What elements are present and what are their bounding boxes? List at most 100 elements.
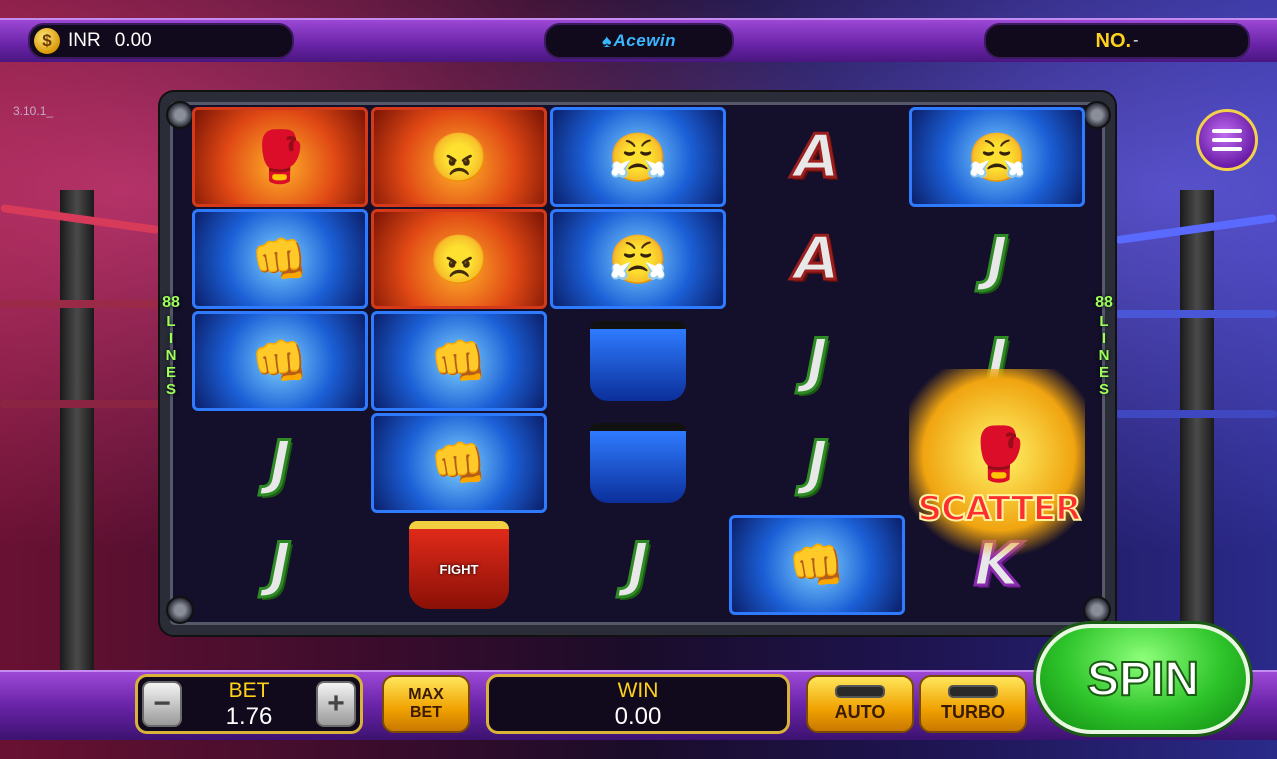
- symbol-j: J: [909, 209, 1085, 309]
- brand-logo: ♠ Acewin: [544, 23, 734, 59]
- fighter-face-icon: 😤: [608, 233, 668, 287]
- reel-column-3: 😤 😤 J: [550, 107, 726, 615]
- game-stage: $ INR 0.00 ♠ Acewin NO. - 3.10.1_ 88 LIN…: [0, 0, 1277, 759]
- ring-rope: [1115, 410, 1277, 418]
- paylines-count: 88: [1095, 294, 1113, 311]
- fighter-face-icon: 😠: [429, 233, 489, 287]
- shorts-icon: FIGHT: [409, 521, 509, 609]
- frame-bolt-icon: [1083, 596, 1111, 624]
- frame-bolt-icon: [166, 596, 194, 624]
- ring-rope: [0, 400, 160, 408]
- fighter-face-icon: 😠: [429, 131, 489, 185]
- ring-post-left: [60, 190, 94, 670]
- menu-button[interactable]: [1196, 109, 1258, 171]
- logo-text: Acewin: [613, 31, 677, 50]
- paylines-text: LINES: [162, 313, 180, 398]
- bet-control: − BET 1.76 +: [135, 674, 363, 734]
- ring-rope: [1115, 310, 1277, 318]
- round-number-value: -: [1133, 32, 1139, 49]
- top-bar: $ INR 0.00 ♠ Acewin NO. -: [0, 18, 1277, 62]
- symbol-j: J: [729, 413, 905, 513]
- symbol-j: J: [729, 311, 905, 411]
- win-label: WIN: [617, 679, 659, 702]
- ring-post-right: [1180, 190, 1214, 670]
- symbol-j: J: [192, 413, 368, 513]
- symbol-scatter: 🥊 SCATTER: [909, 369, 1085, 559]
- symbol-blue-fist: 👊: [371, 413, 547, 513]
- fighter-face-icon: 😤: [967, 131, 1027, 185]
- shorts-icon: [590, 321, 686, 401]
- symbol-letter: J: [267, 427, 292, 500]
- reel-column-4: A A J J 👊: [729, 107, 905, 615]
- frame-bolt-icon: [1083, 101, 1111, 129]
- auto-label: AUTO: [834, 702, 886, 722]
- win-display: WIN 0.00: [486, 674, 790, 734]
- coin-icon: $: [34, 28, 60, 54]
- symbol-letter: J: [984, 223, 1009, 296]
- shorts-icon: [590, 423, 686, 503]
- symbol-letter: A: [792, 121, 841, 194]
- scatter-label: SCATTER: [917, 488, 1083, 530]
- menu-line: [1212, 138, 1242, 142]
- bet-increase-button[interactable]: +: [316, 681, 356, 727]
- max-bet-button[interactable]: MAX BET: [382, 675, 470, 733]
- symbol-a: A: [729, 107, 905, 207]
- symbol-blue-shorts: [550, 311, 726, 411]
- symbol-blue-fist: 👊: [729, 515, 905, 615]
- max-bet-label-line2: BET: [410, 704, 442, 721]
- menu-line: [1212, 147, 1242, 151]
- shorts-text: FIGHT: [439, 561, 479, 577]
- paylines-text: LINES: [1095, 313, 1113, 398]
- reel-grid: 🥊 👊 👊 J J 😠 😠 👊 👊 FIGHT 😤 😤 J A A J J 👊 …: [192, 107, 1085, 615]
- toggle-indicator: [835, 685, 885, 698]
- toggle-indicator: [948, 685, 998, 698]
- version-label: 3.10.1_: [13, 104, 54, 118]
- symbol-blue-shorts: [550, 413, 726, 513]
- ring-rope: [0, 300, 160, 308]
- fighter-face-icon: 😤: [608, 131, 668, 185]
- currency-label: INR: [68, 30, 101, 51]
- symbol-a: A: [729, 209, 905, 309]
- fist-icon: 👊: [430, 334, 488, 387]
- fist-icon: 👊: [251, 334, 309, 387]
- symbol-blue-fighter: 😤: [550, 209, 726, 309]
- spin-label: SPIN: [1086, 652, 1200, 707]
- symbol-letter: J: [267, 529, 292, 602]
- paylines-indicator-left: 88 LINES: [160, 292, 182, 398]
- turbo-label: TURBO: [941, 702, 1005, 722]
- max-bet-label-line1: MAX: [408, 686, 444, 703]
- symbol-blue-fist: 👊: [192, 209, 368, 309]
- fist-icon: 👊: [430, 436, 488, 489]
- symbol-blue-fist: 👊: [192, 311, 368, 411]
- symbol-letter: J: [804, 427, 829, 500]
- frame-bolt-icon: [166, 101, 194, 129]
- fist-icon: 👊: [251, 232, 309, 285]
- symbol-letter: J: [804, 325, 829, 398]
- symbol-red-shorts: FIGHT: [371, 515, 547, 615]
- auto-spin-button[interactable]: AUTO: [806, 675, 914, 733]
- reel-column-2: 😠 😠 👊 👊 FIGHT: [371, 107, 547, 615]
- symbol-blue-fighter: 😤: [909, 107, 1085, 207]
- fighters-faceoff-icon: 🥊: [966, 426, 1032, 484]
- spade-icon: ♠: [601, 30, 612, 51]
- reel-column-1: 🥊 👊 👊 J J: [192, 107, 368, 615]
- turbo-button[interactable]: TURBO: [919, 675, 1027, 733]
- symbol-red-fighter: 😠: [371, 107, 547, 207]
- menu-line: [1212, 129, 1242, 133]
- paylines-count: 88: [162, 294, 180, 311]
- paylines-indicator-right: 88 LINES: [1093, 292, 1115, 398]
- symbol-blue-fist: 👊: [371, 311, 547, 411]
- balance-display: $ INR 0.00: [28, 23, 294, 59]
- boxing-glove-icon: 🥊: [248, 128, 312, 185]
- symbol-red-fighter: 😠: [371, 209, 547, 309]
- round-number-label: NO.: [1095, 29, 1132, 52]
- symbol-letter: A: [792, 223, 841, 296]
- symbol-blue-fighter: 😤: [550, 107, 726, 207]
- spin-button[interactable]: SPIN: [1036, 624, 1250, 734]
- symbol-j: J: [192, 515, 368, 615]
- round-number-display: NO. -: [984, 23, 1250, 59]
- symbol-letter: J: [625, 529, 650, 602]
- symbol-j: J: [550, 515, 726, 615]
- symbol-flaming-glove: 🥊: [192, 107, 368, 207]
- balance-value: 0.00: [114, 30, 152, 51]
